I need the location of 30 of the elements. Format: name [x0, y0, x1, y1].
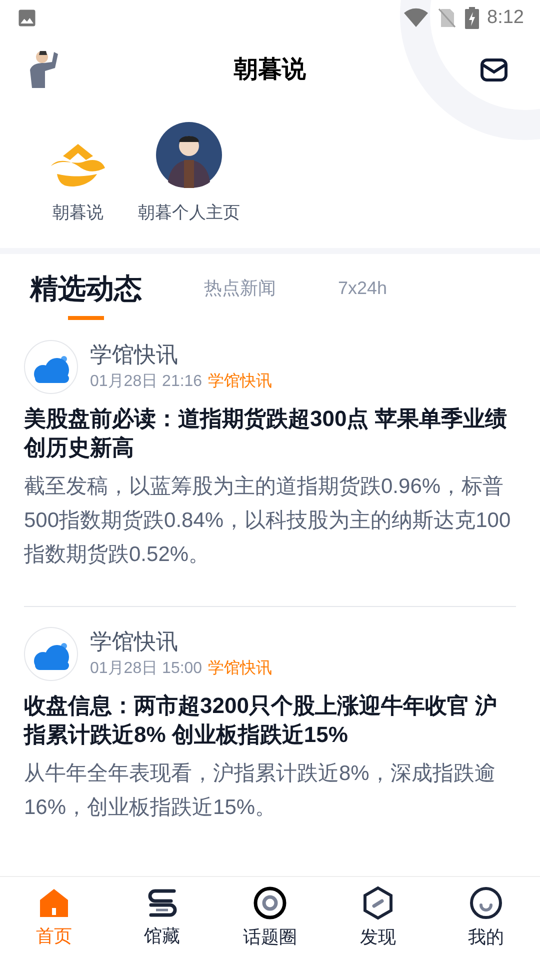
tab[interactable]: 精选动态: [30, 268, 142, 322]
smile-icon: [469, 886, 503, 920]
status-time: 8:12: [487, 6, 524, 30]
post-summary: 从牛年全年表现看，沪指累计跌近8%，深成指跌逾16%，创业板指跌近15%。: [24, 760, 496, 820]
shortcut-item[interactable]: 朝暮个人主页: [138, 122, 240, 226]
home-icon: [38, 887, 70, 919]
source-name: 学馆快讯: [90, 628, 179, 656]
books-icon: [146, 887, 178, 919]
nav-tab[interactable]: 发现: [324, 877, 432, 960]
logo-icon: [49, 142, 107, 188]
post-title[interactable]: 收盘信息：两市超3200只个股上涨迎牛年收官 沪指累计跌近8% 创业板指跌近15%: [24, 690, 516, 748]
source-name: 学馆快讯: [90, 340, 179, 368]
page-title: 朝暮说: [232, 55, 307, 85]
avatar-icon: [156, 122, 222, 188]
target-icon: [253, 886, 287, 920]
no-sim-icon: [437, 7, 458, 29]
battery-charging-icon: [465, 7, 480, 29]
nav-tab[interactable]: 馆藏: [108, 877, 216, 960]
wifi-icon: [403, 7, 430, 29]
shortcut-item[interactable]: 朝暮说: [38, 122, 118, 226]
nav-tab[interactable]: 我的: [432, 877, 540, 960]
image-icon: [16, 7, 38, 29]
post-time: 01月28日 15:00: [90, 658, 202, 678]
nav-tab[interactable]: 话题圈: [216, 877, 324, 960]
post-title[interactable]: 美股盘前必读：道指期货跌超300点 苹果单季业绩创历史新高: [24, 404, 516, 462]
post-time: 01月28日 21:16: [90, 372, 202, 392]
mail-icon: [480, 57, 508, 83]
hexagon-icon: [362, 886, 394, 920]
tab-underline: [68, 316, 104, 320]
post-summary: 截至发稿，以蓝筹股为主的道指期货跌0.96%，标普500指数期货跌0.84%，以科技股为主的纳斯达克100指数期货跌0.52%。: [24, 474, 512, 568]
